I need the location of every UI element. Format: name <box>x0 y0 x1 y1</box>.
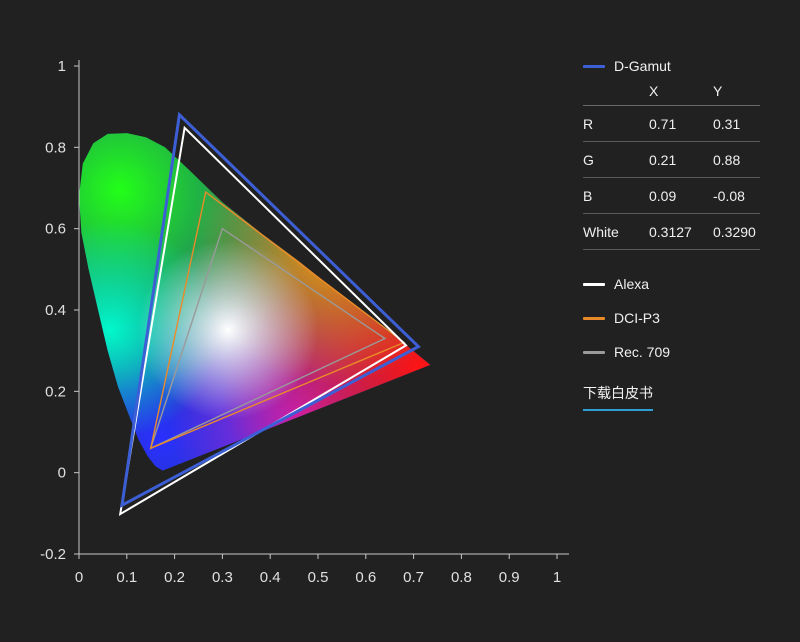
table-cell: 0.09 <box>649 177 713 214</box>
legend-label: Alexa <box>614 276 650 292</box>
table-cell: 0.3127 <box>649 213 713 250</box>
legend-list: Alexa DCI-P3 Rec. 709 <box>583 267 760 369</box>
legend-label: DCI-P3 <box>614 310 660 326</box>
x-tick-label: 0.1 <box>116 569 137 586</box>
table-cell: G <box>583 141 649 178</box>
table-cell: -0.08 <box>713 177 760 214</box>
table-cell: 0.3290 <box>713 213 760 250</box>
x-tick-label: 1 <box>553 569 561 586</box>
table-cell: B <box>583 177 649 214</box>
rec709-swatch <box>583 350 605 354</box>
legend-item-dci-p3[interactable]: DCI-P3 <box>583 301 760 335</box>
x-tick-label: 0.8 <box>451 569 472 586</box>
table-row: B 0.09 -0.08 <box>583 177 760 214</box>
d-gamut-swatch <box>583 64 605 68</box>
y-tick-label: 0.6 <box>45 221 66 238</box>
legend-panel: D-Gamut X Y R 0.71 0.31 G 0.21 0.88 B 0.… <box>583 55 760 411</box>
legend-item-rec709[interactable]: Rec. 709 <box>583 335 760 369</box>
table-row: White 0.3127 0.3290 <box>583 213 760 250</box>
y-tick-label: 1 <box>58 58 66 75</box>
table-cell: White <box>583 213 649 250</box>
x-tick-label: 0.3 <box>212 569 233 586</box>
download-whitepaper-link[interactable]: 下载白皮书 <box>583 383 653 411</box>
y-tick-label: 0.2 <box>45 383 66 400</box>
x-tick-label: 0.6 <box>355 569 376 586</box>
y-tick-label: 0 <box>58 465 66 482</box>
x-tick-label: 0.7 <box>403 569 424 586</box>
column-header <box>583 77 649 106</box>
legend-item-alexa[interactable]: Alexa <box>583 267 760 301</box>
alexa-swatch <box>583 282 605 286</box>
table-header-row: X Y <box>583 77 760 106</box>
legend-label: D-Gamut <box>614 58 671 74</box>
column-header: X <box>649 77 713 106</box>
table-cell: 0.31 <box>713 105 760 142</box>
table-row: G 0.21 0.88 <box>583 141 760 178</box>
column-header: Y <box>713 77 760 106</box>
x-tick-label: 0.4 <box>260 569 281 586</box>
legend-item-d-gamut[interactable]: D-Gamut <box>583 55 760 77</box>
table-cell: 0.21 <box>649 141 713 178</box>
y-tick-label: -0.2 <box>40 546 66 563</box>
y-tick-label: 0.8 <box>45 139 66 156</box>
primaries-table: X Y R 0.71 0.31 G 0.21 0.88 B 0.09 -0.08… <box>583 77 760 250</box>
table-cell: 0.71 <box>649 105 713 142</box>
table-cell: 0.88 <box>713 141 760 178</box>
cie-horseshoe <box>79 133 431 471</box>
table-cell: R <box>583 105 649 142</box>
x-tick-label: 0.9 <box>499 569 520 586</box>
legend-label: Rec. 709 <box>614 344 671 360</box>
dci-p3-swatch <box>583 316 605 320</box>
y-tick-label: 0.4 <box>45 302 66 319</box>
x-tick-label: 0 <box>75 569 83 586</box>
table-row: R 0.71 0.31 <box>583 105 760 142</box>
x-tick-label: 0.5 <box>308 569 329 586</box>
x-tick-label: 0.2 <box>164 569 185 586</box>
